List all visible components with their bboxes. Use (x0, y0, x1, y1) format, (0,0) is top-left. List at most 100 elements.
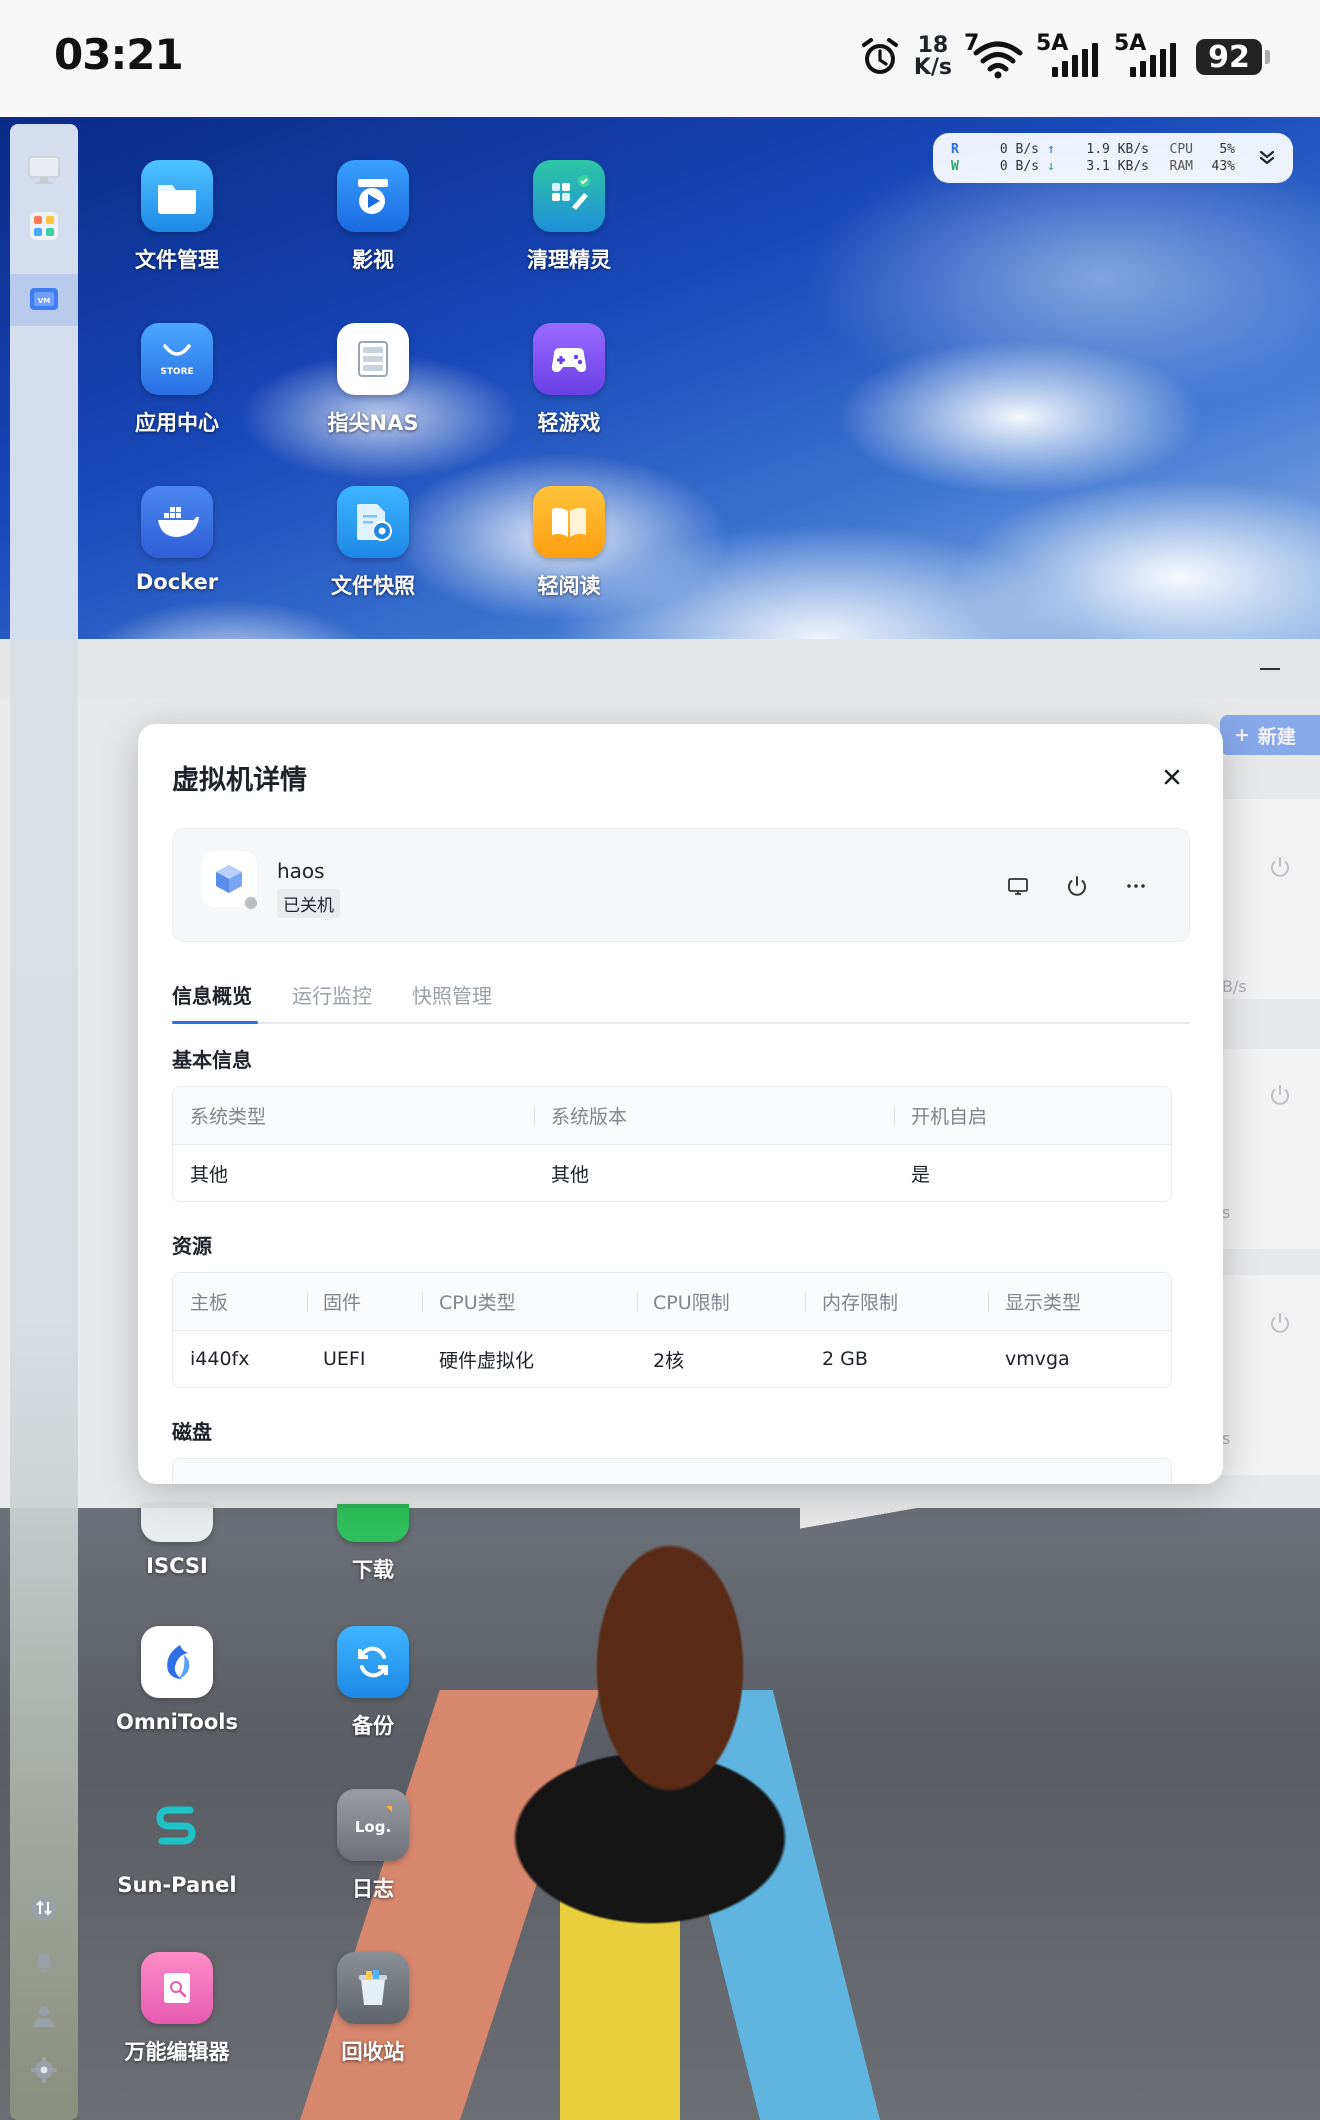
header-os-type: 系统类型 (190, 1106, 267, 1128)
app-label: 日志 (352, 1877, 394, 1901)
more-icon (1127, 884, 1145, 888)
app-label: 指尖NAS (327, 411, 419, 435)
header-motherboard: 主板 (190, 1292, 229, 1314)
header-display-type: 显示类型 (1005, 1292, 1082, 1314)
more-button[interactable] (1121, 871, 1151, 901)
user-icon (34, 2006, 54, 2027)
resource-row-read: R 0 B/s ↑ 1.9 KB/s CPU 5% (951, 140, 1235, 158)
app-label: 万能编辑器 (124, 2040, 230, 2064)
nas-icon (337, 323, 409, 395)
value-autostart: 是 (911, 1163, 931, 1186)
value-os-version: 其他 (551, 1163, 590, 1186)
alarm-icon (858, 35, 902, 79)
battery-icon: 92 (1196, 39, 1270, 75)
dialog-title: 虚拟机详情 (172, 765, 307, 796)
download-arrow-icon: ↓ (1047, 158, 1055, 174)
app-label: 应用中心 (135, 411, 219, 435)
app-nas[interactable]: 指尖NAS (298, 323, 448, 437)
app-video[interactable]: 影视 (298, 160, 448, 274)
omnitools-icon (141, 1626, 213, 1698)
header-firmware: 固件 (323, 1292, 362, 1314)
app-file-manager[interactable]: 文件管理 (102, 160, 252, 274)
tab-overview[interactable]: 信息概览 (172, 980, 252, 1021)
cleaner-icon (533, 160, 605, 232)
column-divider (637, 1292, 638, 1312)
person-silhouette (460, 1508, 840, 1948)
app-file-snapshot[interactable]: 文件快照 (298, 486, 448, 600)
wifi-icon: 7 (964, 31, 1024, 79)
app-label: Docker (135, 570, 219, 594)
app-label: 下载 (352, 1558, 394, 1582)
dock-desktop[interactable] (10, 144, 78, 196)
upload-speed: 1.9 KB/s (1086, 141, 1149, 157)
value-cpu-limit: 2核 (653, 1349, 685, 1372)
app-log[interactable]: Log. 日志 (298, 1789, 448, 1903)
dock-app-grid[interactable] (10, 200, 78, 252)
header-autostart: 开机自启 (911, 1106, 988, 1128)
upload-arrow-icon: ↑ (1047, 141, 1055, 157)
value-display-type: vmvga (1005, 1348, 1070, 1370)
tab-active-indicator (172, 1021, 258, 1024)
road-edge (800, 1508, 1320, 1588)
signal-sim2-icon: 5A (1114, 31, 1180, 79)
app-label: 文件管理 (135, 248, 219, 272)
detail-tabs: 信息概览 运行监控 快照管理 (172, 980, 1190, 1024)
power-button[interactable] (1062, 871, 1092, 901)
resource-monitor-widget[interactable]: R 0 B/s ↑ 1.9 KB/s CPU 5% W 0 B/s ↓ 3.1 … (933, 133, 1293, 183)
status-time: 03:21 (54, 30, 184, 79)
cube-icon (216, 865, 242, 893)
dock-notifications[interactable] (10, 1936, 78, 1988)
close-icon[interactable] (1159, 764, 1185, 790)
dock-settings[interactable] (10, 2044, 78, 2096)
app-grid-icon (30, 212, 58, 240)
header-cpu-type: CPU类型 (439, 1292, 516, 1314)
trash-icon (337, 1952, 409, 2024)
dock-vm[interactable]: VM (10, 274, 78, 326)
app-label: 备份 (352, 1714, 394, 1738)
iscsi-icon (141, 1504, 213, 1542)
folder-icon (141, 160, 213, 232)
chevron-down-icon[interactable] (1255, 146, 1279, 170)
app-universal-editor[interactable]: 万能编辑器 (102, 1952, 252, 2066)
app-store[interactable]: STORE 应用中心 (102, 323, 252, 437)
write-value: 0 B/s (999, 158, 1039, 174)
header-memory-limit: 内存限制 (822, 1292, 899, 1314)
app-omnitools[interactable]: OmniTools (102, 1626, 252, 1734)
tab-monitoring[interactable]: 运行监控 (292, 980, 372, 1021)
header-cpu-limit: CPU限制 (653, 1292, 730, 1314)
app-docker[interactable]: Docker (102, 486, 252, 594)
column-divider (894, 1106, 895, 1126)
store-icon: STORE (141, 323, 213, 395)
app-light-games[interactable]: 轻游戏 (494, 323, 644, 437)
value-os-type: 其他 (190, 1163, 229, 1186)
app-cleaner[interactable]: 清理精灵 (494, 160, 644, 274)
console-button[interactable] (1003, 871, 1033, 901)
write-label: W (951, 158, 959, 174)
app-sun-panel[interactable]: Sun-Panel (102, 1789, 252, 1897)
section-resources-title: 资源 (172, 1234, 212, 1258)
column-divider (805, 1292, 806, 1312)
sun-panel-icon (141, 1789, 213, 1861)
column-divider (988, 1292, 989, 1312)
tab-snapshots[interactable]: 快照管理 (412, 980, 492, 1021)
status-bar: 03:21 18 K/s 7 5A 5A 92 (0, 0, 1320, 117)
dock-user[interactable] (10, 1990, 78, 2042)
dock-transfer[interactable] (10, 1882, 78, 1934)
resource-row-write: W 0 B/s ↓ 3.1 KB/s RAM 43% (951, 157, 1235, 175)
app-backup[interactable]: 备份 (298, 1626, 448, 1740)
vm-details-dialog: 虚拟机详情 haos 已关机 信息概览 运行监控 快照管理 基本信息 系统类型 … (138, 724, 1223, 1484)
app-recycle-bin[interactable]: 回收站 (298, 1952, 448, 2066)
app-label: Sun-Panel (117, 1873, 237, 1897)
disk-table (172, 1458, 1172, 1484)
app-light-reading[interactable]: 轻阅读 (494, 486, 644, 600)
app-label: 文件快照 (331, 574, 415, 598)
app-label: 回收站 (341, 2040, 405, 2064)
app-label: OmniTools (116, 1710, 238, 1734)
monitor-icon (28, 156, 60, 184)
column-divider (422, 1292, 423, 1312)
value-motherboard: i440fx (190, 1348, 250, 1370)
column-divider (307, 1292, 308, 1312)
value-memory-limit: 2 GB (822, 1348, 868, 1370)
basic-info-table: 系统类型 系统版本 开机自启 其他 其他 是 (172, 1086, 1172, 1202)
table-row: 其他 其他 是 (173, 1145, 1171, 1201)
